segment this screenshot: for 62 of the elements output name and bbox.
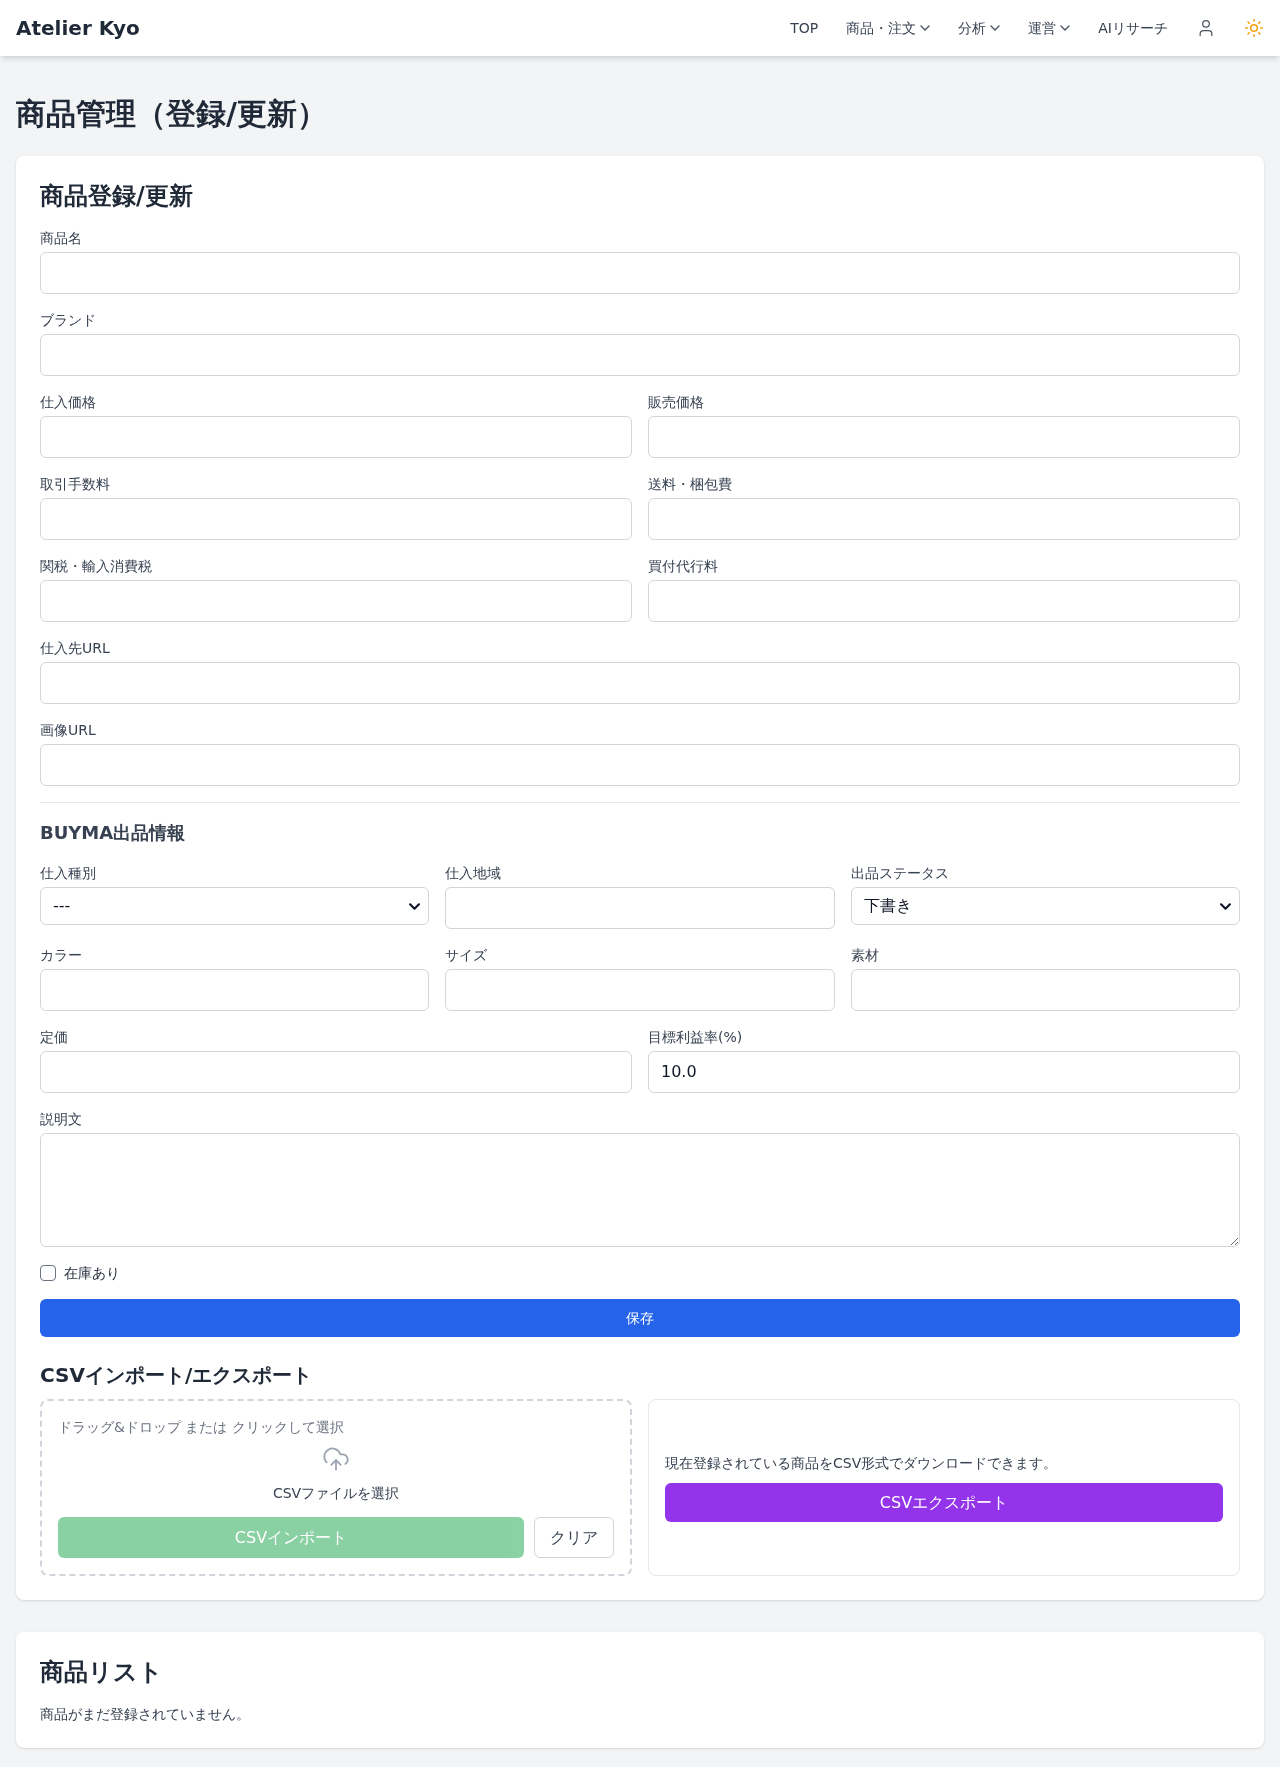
input-field[interactable]	[40, 416, 632, 458]
nav-link[interactable]: 分析	[958, 18, 1001, 38]
page-title: 商品管理（登録/更新）	[16, 96, 328, 132]
input-field[interactable]	[648, 416, 1240, 458]
field-label: 素材	[850, 946, 879, 965]
input-field[interactable]	[40, 252, 1240, 294]
field-label: 買付代行料	[648, 557, 718, 576]
field-label: 目標利益率(%)	[648, 1028, 743, 1047]
field-label: 仕入種別	[40, 864, 96, 883]
input-field[interactable]	[40, 969, 430, 1011]
sun-icon[interactable]	[1244, 18, 1264, 38]
field-label: 画像URL	[40, 721, 96, 740]
csv-section-title: CSVインポート/エクスポート	[40, 1362, 314, 1389]
input-field[interactable]	[40, 334, 1240, 376]
product-list-title: 商品リスト	[40, 1657, 164, 1688]
textarea-field[interactable]	[40, 1133, 1240, 1247]
nav-link[interactable]: 運営	[1028, 18, 1071, 38]
select-field[interactable]: 下書き	[850, 887, 1240, 925]
section-title: BUYMA出品情報	[40, 821, 187, 845]
input-field[interactable]	[445, 969, 835, 1011]
checkbox-label[interactable]: 在庫あり	[64, 1263, 120, 1283]
field-label: 送料・梱包費	[648, 475, 732, 494]
field-label: ブランド	[40, 311, 96, 330]
field-label: 仕入価格	[40, 393, 96, 412]
form-title: 商品登録/更新	[40, 181, 194, 212]
input-field[interactable]	[445, 887, 835, 929]
input-field[interactable]	[40, 1051, 632, 1093]
input-field[interactable]	[40, 744, 1240, 786]
field-label: 取引手数料	[40, 475, 110, 494]
field-label: 説明文	[40, 1110, 82, 1129]
select-field[interactable]: ---	[40, 887, 430, 925]
clear-button[interactable]: クリア	[534, 1517, 614, 1558]
chevron-down-icon	[409, 902, 421, 910]
field-label: 仕入先URL	[40, 639, 110, 658]
field-label: 商品名	[40, 229, 82, 248]
input-field[interactable]	[648, 498, 1240, 540]
field-label: 仕入地域	[445, 864, 502, 883]
file-select-label[interactable]: CSVファイルを選択	[272, 1483, 400, 1503]
input-field[interactable]	[40, 580, 632, 622]
input-field[interactable]	[648, 580, 1240, 622]
empty-list-message: 商品がまだ登録されていません。	[40, 1705, 251, 1724]
field-label: カラー	[40, 946, 82, 965]
app-logo[interactable]: Atelier Kyo	[16, 14, 140, 42]
save-button[interactable]: 保存	[40, 1299, 1240, 1337]
field-label: サイズ	[445, 946, 488, 965]
field-label: 販売価格	[648, 393, 704, 412]
input-field[interactable]	[40, 498, 632, 540]
field-label: 関税・輸入消費税	[40, 557, 152, 576]
field-label: 定価	[40, 1028, 68, 1047]
dropzone-hint: ドラッグ&ドロップ または クリックして選択	[58, 1418, 344, 1437]
field-label: 出品ステータス	[850, 864, 949, 883]
nav-link[interactable]: TOP	[790, 18, 819, 38]
nav-link[interactable]: 商品・注文	[846, 18, 931, 38]
cloud-upload-icon	[322, 1445, 350, 1473]
nav-link[interactable]: AIリサーチ	[1098, 18, 1168, 38]
chevron-down-icon	[1220, 902, 1231, 910]
input-field[interactable]: 10.0	[648, 1051, 1240, 1093]
stock-checkbox[interactable]	[40, 1265, 56, 1281]
input-field[interactable]	[850, 969, 1240, 1011]
export-description: 現在登録されている商品をCSV形式でダウンロードできます。	[665, 1454, 1058, 1473]
input-field[interactable]	[40, 662, 1240, 704]
csv-export-button[interactable]: CSVエクスポート	[665, 1483, 1223, 1522]
